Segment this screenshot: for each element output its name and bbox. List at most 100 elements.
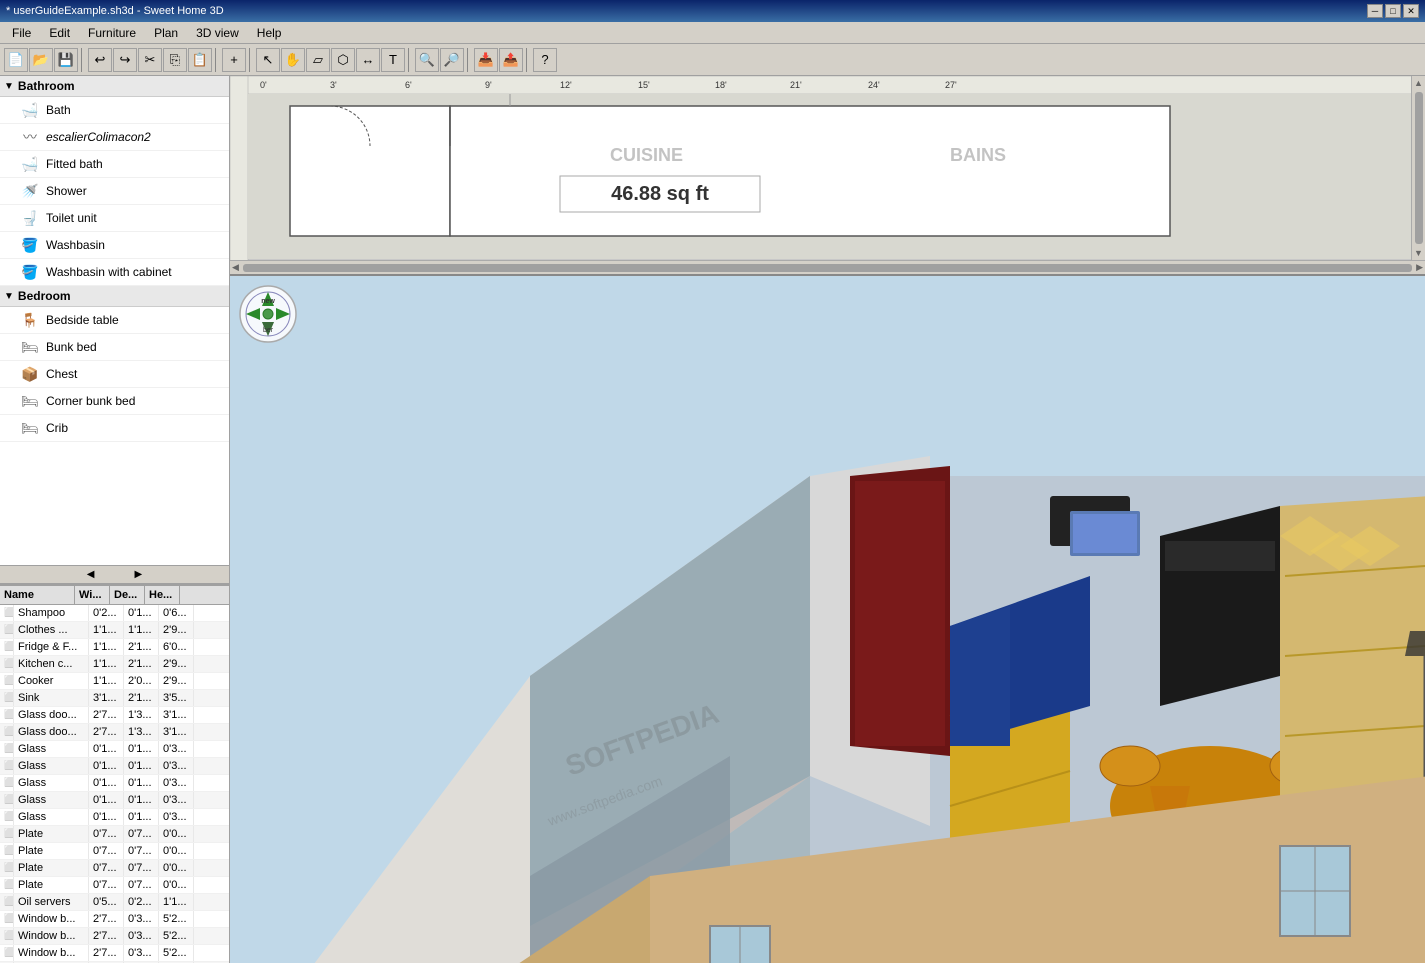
table-row[interactable]: ⬜ Shampoo 0'2... 0'1... 0'6... (0, 605, 229, 622)
table-row[interactable]: ⬜ Window b... 2'7... 0'3... 5'2... (0, 945, 229, 962)
toolbar-btn-export-plan[interactable]: 📤 (499, 48, 523, 72)
table-row[interactable]: ⬜ Kitchen c... 1'1... 2'1... 2'9... (0, 656, 229, 673)
furniture-item[interactable]: 🛏Bunk bed (0, 334, 229, 361)
furniture-item[interactable]: 🪣Washbasin (0, 232, 229, 259)
furniture-item[interactable]: 🪣Washbasin with cabinet (0, 259, 229, 286)
cell-name: Sink (14, 690, 89, 706)
cell-name: Plate (14, 860, 89, 876)
table-row[interactable]: ⬜ Clothes ... 1'1... 1'1... 2'9... (0, 622, 229, 639)
furniture-label: Bedside table (46, 313, 119, 327)
table-column-wi[interactable]: Wi... (75, 586, 110, 604)
toolbar-btn-draw-wall[interactable]: ▱ (306, 48, 330, 72)
table-row[interactable]: ⬜ Glass 0'1... 0'1... 0'3... (0, 775, 229, 792)
table-row[interactable]: ⬜ Plate 0'7... 0'7... 0'0... (0, 877, 229, 894)
table-row[interactable]: ⬜ Plate 0'7... 0'7... 0'0... (0, 826, 229, 843)
hscroll-right-icon[interactable]: ▶ (1414, 262, 1425, 273)
furniture-item[interactable]: 🚿Shower (0, 178, 229, 205)
toolbar-btn-new[interactable]: 📄 (4, 48, 28, 72)
close-button[interactable]: ✕ (1403, 4, 1419, 18)
furniture-item[interactable]: 🛏Crib (0, 415, 229, 442)
menu-item-plan[interactable]: Plan (146, 24, 186, 42)
cell-icon: ⬜ (0, 775, 14, 791)
table-row[interactable]: ⬜ Plate 0'7... 0'7... 0'0... (0, 860, 229, 877)
toolbar-btn-zoom-in[interactable]: 🔍 (415, 48, 439, 72)
toolbar-separator (81, 48, 85, 72)
table-row[interactable]: ⬜ Glass doo... 2'7... 1'3... 3'1... (0, 707, 229, 724)
toolbar-btn-redo[interactable]: ↪ (113, 48, 137, 72)
furniture-item[interactable]: 🛁Fitted bath (0, 151, 229, 178)
cell-depth: 0'7... (124, 860, 159, 876)
table-column-he[interactable]: He... (145, 586, 180, 604)
furniture-item[interactable]: 🪑Bedside table (0, 307, 229, 334)
table-column-de[interactable]: De... (110, 586, 145, 604)
scroll-left-icon[interactable]: ◀ (87, 569, 95, 580)
toolbar-btn-help[interactable]: ? (533, 48, 557, 72)
maximize-button[interactable]: □ (1385, 4, 1401, 18)
cell-name: Glass doo... (14, 707, 89, 723)
svg-text:new: new (261, 298, 275, 305)
hscroll-left-icon[interactable]: ◀ (230, 262, 241, 273)
toolbar-btn-undo[interactable]: ↩ (88, 48, 112, 72)
minimize-button[interactable]: ─ (1367, 4, 1383, 18)
cell-depth: 0'7... (124, 826, 159, 842)
cell-name: Glass (14, 758, 89, 774)
furniture-item[interactable]: 〰escalierColimacon2 (0, 124, 229, 151)
cell-icon: ⬜ (0, 673, 14, 689)
menu-item-edit[interactable]: Edit (41, 24, 78, 42)
menu-item-3d view[interactable]: 3D view (188, 24, 247, 42)
menu-item-help[interactable]: Help (249, 24, 290, 42)
table-row[interactable]: ⬜ Glass 0'1... 0'1... 0'3... (0, 809, 229, 826)
cell-depth: 1'1... (124, 622, 159, 638)
table-row[interactable]: ⬜ Glass 0'1... 0'1... 0'3... (0, 792, 229, 809)
vscroll-up-icon[interactable]: ▲ (1414, 76, 1423, 90)
table-column-name[interactable]: Name (0, 586, 75, 604)
toolbar-btn-select[interactable]: ↖ (256, 48, 280, 72)
vertical-scrollbar[interactable]: ▲ ▼ (1411, 76, 1425, 260)
svg-text:24': 24' (868, 80, 880, 90)
toolbar-btn-open[interactable]: 📂 (29, 48, 53, 72)
furniture-item[interactable]: 🚽Toilet unit (0, 205, 229, 232)
cell-width: 2'7... (89, 945, 124, 961)
table-row[interactable]: ⬜ Window b... 2'7... 0'3... 5'2... (0, 928, 229, 945)
cell-width: 0'2... (89, 605, 124, 621)
menu-item-furniture[interactable]: Furniture (80, 24, 144, 42)
table-row[interactable]: ⬜ Glass 0'1... 0'1... 0'3... (0, 758, 229, 775)
category-bedroom[interactable]: ▼Bedroom (0, 286, 229, 307)
toolbar-btn-copy[interactable]: ⎘ (163, 48, 187, 72)
table-row[interactable]: ⬜ Glass doo... 2'7... 1'3... 3'1... (0, 724, 229, 741)
vscroll-down-icon[interactable]: ▼ (1414, 246, 1423, 260)
toolbar-btn-paste[interactable]: 📋 (188, 48, 212, 72)
toolbar-btn-zoom-out[interactable]: 🔎 (440, 48, 464, 72)
cell-depth: 0'3... (124, 945, 159, 961)
table-row[interactable]: ⬜ Oil servers 0'5... 0'2... 1'1... (0, 894, 229, 911)
scroll-right-icon[interactable]: ▶ (135, 569, 143, 580)
furniture-item[interactable]: 🛁Bath (0, 97, 229, 124)
toolbar-btn-import-plan[interactable]: 📥 (474, 48, 498, 72)
menu-item-file[interactable]: File (4, 24, 39, 42)
toolbar-btn-save[interactable]: 💾 (54, 48, 78, 72)
table-row[interactable]: ⬜ Plate 0'7... 0'7... 0'0... (0, 843, 229, 860)
table-row[interactable]: ⬜ Fridge & F... 1'1... 2'1... 6'0... (0, 639, 229, 656)
table-row[interactable]: ⬜ Sink 3'1... 2'1... 3'5... (0, 690, 229, 707)
furniture-item[interactable]: 🛏Corner bunk bed (0, 388, 229, 415)
toolbar-btn-draw-dimension[interactable]: ↔ (356, 48, 380, 72)
toolbar-btn-draw-room[interactable]: ⬡ (331, 48, 355, 72)
cell-icon: ⬜ (0, 656, 14, 672)
toolbar-btn-pan[interactable]: ✋ (281, 48, 305, 72)
toolbar-btn-add-furniture[interactable]: + (222, 48, 246, 72)
table-row[interactable]: ⬜ Glass 0'1... 0'1... 0'3... (0, 741, 229, 758)
view3d-area[interactable]: SOFTPEDIA www.softpedia.com new (230, 276, 1425, 963)
cell-icon: ⬜ (0, 724, 14, 740)
category-bathroom[interactable]: ▼Bathroom (0, 76, 229, 97)
toolbar-btn-cut[interactable]: ✂ (138, 48, 162, 72)
toolbar-btn-draw-text[interactable]: T (381, 48, 405, 72)
furniture-item[interactable]: 📦Chest (0, 361, 229, 388)
horizontal-scrollbar[interactable]: ◀ ▶ (230, 260, 1425, 274)
floorplan-area[interactable]: 0' 3' 6' 9' 12' 15' 18' 21' 24' 27' 5' (230, 76, 1425, 276)
title-bar: * userGuideExample.sh3d - Sweet Home 3D … (0, 0, 1425, 22)
furniture-panel[interactable]: ▼Bathroom🛁Bath〰escalierColimacon2🛁Fitted… (0, 76, 229, 565)
nav-compass[interactable]: new ber (238, 284, 298, 344)
table-row[interactable]: ⬜ Window b... 2'7... 0'3... 5'2... (0, 911, 229, 928)
table-row[interactable]: ⬜ Cooker 1'1... 2'0... 2'9... (0, 673, 229, 690)
table-body[interactable]: ⬜ Shampoo 0'2... 0'1... 0'6... ⬜ Clothes… (0, 605, 229, 963)
